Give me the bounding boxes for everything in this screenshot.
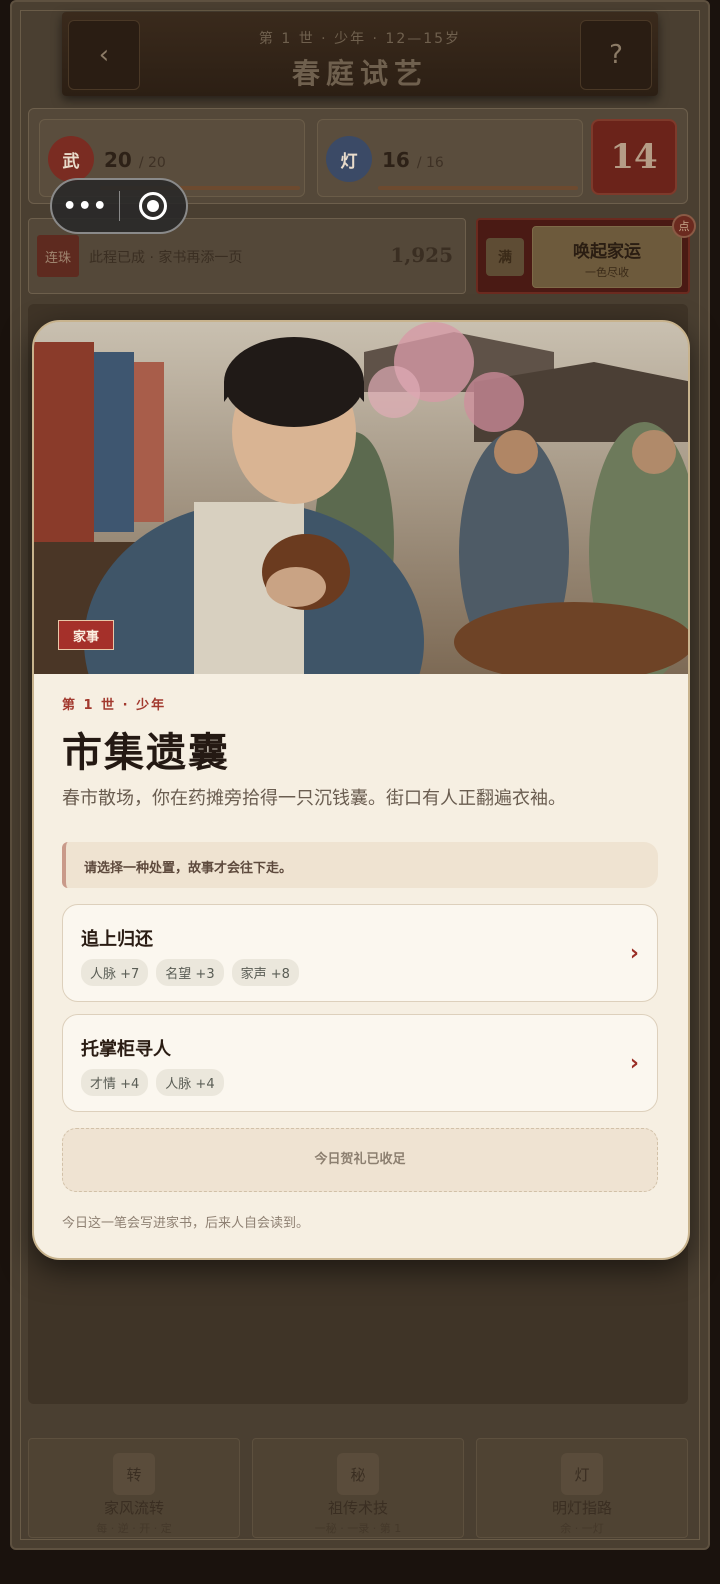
action-card-ancestral-skill[interactable]: 秘 祖传术技 一秘 · 一录 · 第 1 xyxy=(252,1438,464,1538)
secret-icon: 秘 xyxy=(337,1453,379,1495)
martial-icon: 武 xyxy=(48,136,94,182)
market-scene-image xyxy=(34,322,688,674)
luck-full-tag: 满 xyxy=(486,238,524,276)
effect-chip: 人脉 +4 xyxy=(156,1069,224,1096)
effect-chip: 才情 +4 xyxy=(81,1069,149,1096)
event-illustration: 家事 xyxy=(34,322,688,674)
chevron-right-icon: › xyxy=(629,941,639,966)
action-card-sub: 一秘 · 一录 · 第 1 xyxy=(314,1522,402,1535)
stat-lamp-value: 16 / 16 xyxy=(382,148,444,172)
lamp-icon: 灯 xyxy=(561,1453,603,1495)
action-card-guiding-lamp[interactable]: 灯 明灯指路 余 · 一灯 xyxy=(476,1438,688,1538)
luck-panel: 满 唤起家运 一色尽收 点 xyxy=(476,214,696,294)
stat-martial-value: 20 / 20 xyxy=(104,148,166,172)
streak-text: 此程已成 · 家书再添一页 xyxy=(89,250,243,266)
lamp-icon: 灯 xyxy=(326,136,372,182)
record-icon[interactable] xyxy=(120,192,187,220)
mini-program-capsule: ••• xyxy=(50,178,188,234)
chevron-right-icon: › xyxy=(629,1051,639,1076)
stat-lamp-bar xyxy=(378,186,578,190)
effect-chip: 家声 +8 xyxy=(231,959,299,986)
choice-effects: 才情 +4 人脉 +4 xyxy=(81,1069,224,1096)
event-modal: 家事 第 1 世 · 少年 市集遗囊 春市散场，你在药摊旁拾得一只沉钱囊。街口有… xyxy=(32,320,690,1260)
help-button[interactable]: ? xyxy=(580,20,652,90)
level-badge[interactable]: 14 xyxy=(591,119,677,195)
action-card-title: 祖传术技 xyxy=(327,1499,388,1517)
choice-label: 托掌柜寻人 xyxy=(81,1039,171,1060)
streak-count: 1,925 xyxy=(390,243,453,267)
event-title: 市集遗囊 xyxy=(62,730,230,776)
action-card-family-style[interactable]: 转 家风流转 每 · 逆 · 开 · 定 xyxy=(28,1438,240,1538)
help-icon: ? xyxy=(609,40,623,70)
header-bar: ‹ 第 1 世 · 少年 · 12—15岁 春庭试艺 ? xyxy=(62,12,658,96)
effect-chip: 名望 +3 xyxy=(156,959,224,986)
event-category-tag: 家事 xyxy=(58,620,114,650)
more-icon[interactable]: ••• xyxy=(52,194,119,219)
luck-notify-dot: 点 xyxy=(672,214,696,238)
action-card-sub: 每 · 逆 · 开 · 定 xyxy=(96,1522,172,1535)
choice-label: 追上归还 xyxy=(81,929,153,950)
effect-chip: 人脉 +7 xyxy=(81,959,149,986)
daily-gift-status: 今日贺礼已收足 xyxy=(62,1128,658,1192)
choice-effects: 人脉 +7 名望 +3 家声 +8 xyxy=(81,959,299,986)
summon-luck-title: 唤起家运 xyxy=(573,242,641,262)
event-description: 春市散场，你在药摊旁拾得一只沉钱囊。街口有人正翻遍衣袖。 xyxy=(62,788,566,809)
event-era: 第 1 世 · 少年 xyxy=(62,698,167,713)
choice-return-pouch[interactable]: 追上归还 人脉 +7 名望 +3 家声 +8 › xyxy=(62,904,658,1002)
action-card-title: 家风流转 xyxy=(103,1499,164,1517)
page-title: 春庭试艺 xyxy=(291,57,428,90)
action-card-title: 明灯指路 xyxy=(551,1499,612,1517)
bottom-actions: 转 家风流转 每 · 逆 · 开 · 定 秘 祖传术技 一秘 · 一录 · 第 … xyxy=(28,1438,688,1538)
choice-ask-shopkeeper[interactable]: 托掌柜寻人 才情 +4 人脉 +4 › xyxy=(62,1014,658,1112)
summon-luck-button[interactable]: 唤起家运 一色尽收 xyxy=(532,226,682,288)
header-subtitle: 第 1 世 · 少年 · 12—15岁 xyxy=(258,31,462,47)
choice-notice: 请选择一种处置，故事才会往下走。 xyxy=(62,842,658,888)
action-card-sub: 余 · 一灯 xyxy=(560,1522,604,1535)
summon-luck-subtitle: 一色尽收 xyxy=(585,266,629,279)
streak-tag: 连珠 xyxy=(37,235,79,277)
event-footnote: 今日这一笔会写进家书，后来人自会读到。 xyxy=(62,1216,310,1231)
transfer-icon: 转 xyxy=(113,1453,155,1495)
stat-lamp: 灯 16 / 16 xyxy=(317,119,583,197)
